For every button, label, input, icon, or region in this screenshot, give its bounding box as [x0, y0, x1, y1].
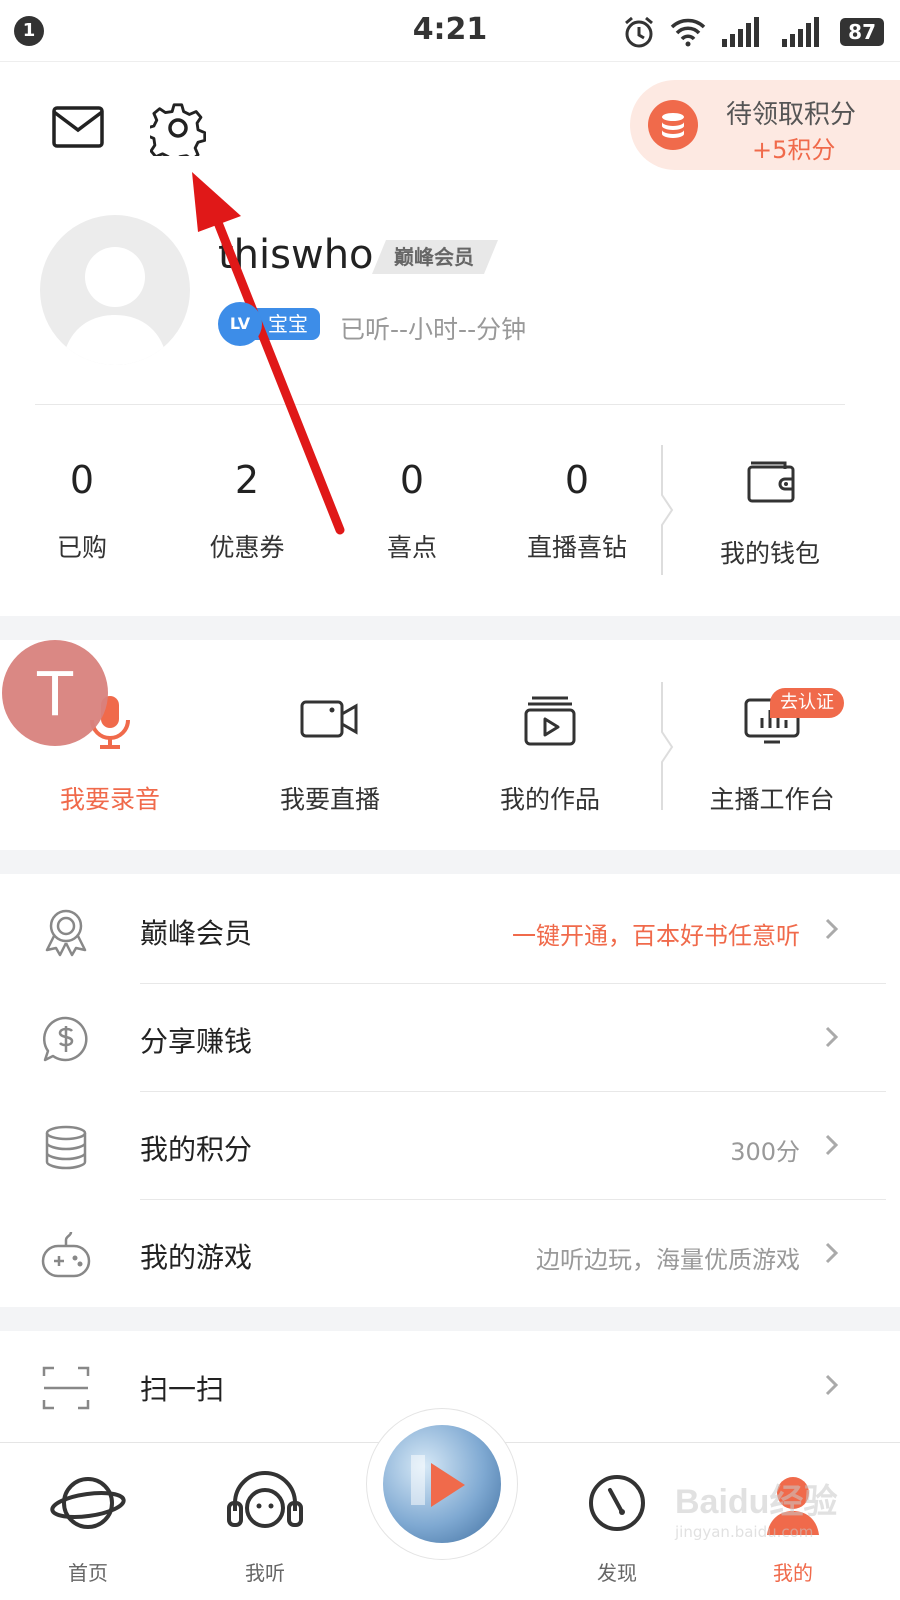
tool-label: 我要直播: [279, 785, 380, 814]
play-icon: [411, 1455, 465, 1507]
tool-label: 主播工作台: [709, 785, 835, 814]
menu-label: 我的游戏: [140, 1241, 253, 1274]
nav-home[interactable]: 首页: [28, 1463, 148, 1586]
avatar[interactable]: [40, 215, 190, 365]
dollar-bubble-icon: [43, 1016, 88, 1062]
stat-label: 优惠券: [209, 533, 285, 562]
tool-live[interactable]: 我要直播: [240, 690, 420, 816]
nav-label: 发现: [597, 1561, 637, 1585]
certify-badge[interactable]: 去认证: [770, 688, 844, 718]
tool-label: 我的作品: [499, 785, 600, 814]
signal-icon: [722, 17, 760, 47]
menu-value: 300分: [730, 1138, 800, 1166]
menu-label: 巅峰会员: [140, 917, 253, 950]
album-cover: [383, 1425, 501, 1543]
coin-stack-icon: [648, 100, 698, 150]
section-band: [0, 616, 900, 640]
mail-icon[interactable]: [50, 100, 106, 156]
wallet-label[interactable]: 我的钱包: [700, 534, 840, 570]
scan-icon: [42, 1366, 90, 1410]
menu-label: 分享赚钱: [140, 1025, 253, 1058]
points-reward: +5积分: [752, 136, 836, 164]
menu-label: 我的积分: [140, 1133, 253, 1166]
signal-icon-2: [782, 17, 820, 47]
wallet-icon[interactable]: [745, 455, 797, 505]
points-title: 待领取积分: [726, 100, 857, 130]
video-camera-icon: [300, 700, 358, 738]
menu-item-vip[interactable]: 巅峰会员 一键开通，百本好书任意听: [0, 876, 900, 984]
section-band: [0, 1307, 900, 1331]
section-band: [0, 850, 900, 874]
points-reward-pill[interactable]: 待领取积分 +5积分: [630, 80, 900, 170]
chevron-right-icon: [825, 918, 839, 940]
floating-letter-avatar[interactable]: T: [2, 640, 108, 746]
listen-time: 已听--小时--分钟: [340, 315, 527, 344]
stat-value: 2: [234, 458, 260, 502]
level-badge[interactable]: LV 宝宝: [218, 302, 320, 346]
nav-label: 我听: [245, 1561, 285, 1585]
battery-indicator: 87: [840, 18, 884, 46]
tool-works[interactable]: 我的作品: [460, 690, 640, 816]
gamepad-icon: [41, 1231, 91, 1278]
alarm-icon: [625, 16, 654, 48]
headphones-icon: [227, 1471, 303, 1528]
stat-value: 0: [69, 458, 95, 502]
gear-icon[interactable]: [150, 100, 206, 156]
stat-xidian[interactable]: 0 喜点: [332, 458, 492, 564]
nav-listening[interactable]: 我听: [205, 1463, 325, 1586]
section-separator: [661, 682, 674, 810]
stat-live-diamonds[interactable]: 0 直播喜钻: [497, 458, 657, 564]
stat-value: 0: [399, 458, 425, 502]
menu-value: 一键开通，百本好书任意听: [512, 922, 800, 950]
chevron-right-icon: [825, 1374, 839, 1396]
chevron-right-icon: [825, 1134, 839, 1156]
watermark: Baidu经验 jingyan.baidu.com: [675, 1474, 895, 1554]
menu-item-games[interactable]: 我的游戏 边听边玩，海量优质游戏: [0, 1200, 900, 1308]
profile-divider: [35, 404, 845, 405]
tool-label: 我要录音: [59, 785, 160, 814]
wifi-icon: [670, 18, 706, 47]
level-star-icon: LV: [218, 302, 262, 346]
watermark-logo: Baidu经验: [675, 1483, 838, 1521]
chevron-right-icon: [825, 1242, 839, 1264]
status-icons: 87: [622, 14, 884, 50]
stat-purchased[interactable]: 0 已购: [2, 458, 162, 564]
compass-icon: [589, 1475, 645, 1531]
stat-label: 已购: [56, 533, 107, 562]
chevron-right-icon: [825, 1026, 839, 1048]
nav-discover[interactable]: 发现: [557, 1463, 677, 1586]
stat-label: 喜点: [386, 533, 437, 562]
vip-badge[interactable]: 巅峰会员: [372, 240, 498, 274]
nav-label: 首页: [68, 1561, 108, 1585]
nav-label: 我的: [773, 1561, 813, 1585]
menu-label: 扫一扫: [140, 1373, 225, 1406]
watermark-url: jingyan.baidu.com: [675, 1523, 814, 1541]
medal-icon: [45, 909, 87, 957]
planet-icon: [50, 1477, 126, 1529]
coin-stack-icon: [45, 1125, 87, 1170]
stat-value: 0: [564, 458, 590, 502]
play-stack-icon: [524, 696, 576, 746]
now-playing-button[interactable]: [366, 1408, 518, 1560]
menu-item-points[interactable]: 我的积分 300分: [0, 1092, 900, 1200]
username[interactable]: thiswho: [218, 232, 374, 278]
menu-value: 边听边玩，海量优质游戏: [536, 1246, 800, 1274]
status-bar: 1 4:21 87: [0, 0, 900, 62]
stat-coupons[interactable]: 2 优惠券: [167, 458, 327, 564]
stat-label: 直播喜钻: [526, 533, 627, 562]
section-separator: [661, 445, 674, 575]
menu-item-share-earn[interactable]: 分享赚钱: [0, 984, 900, 1092]
